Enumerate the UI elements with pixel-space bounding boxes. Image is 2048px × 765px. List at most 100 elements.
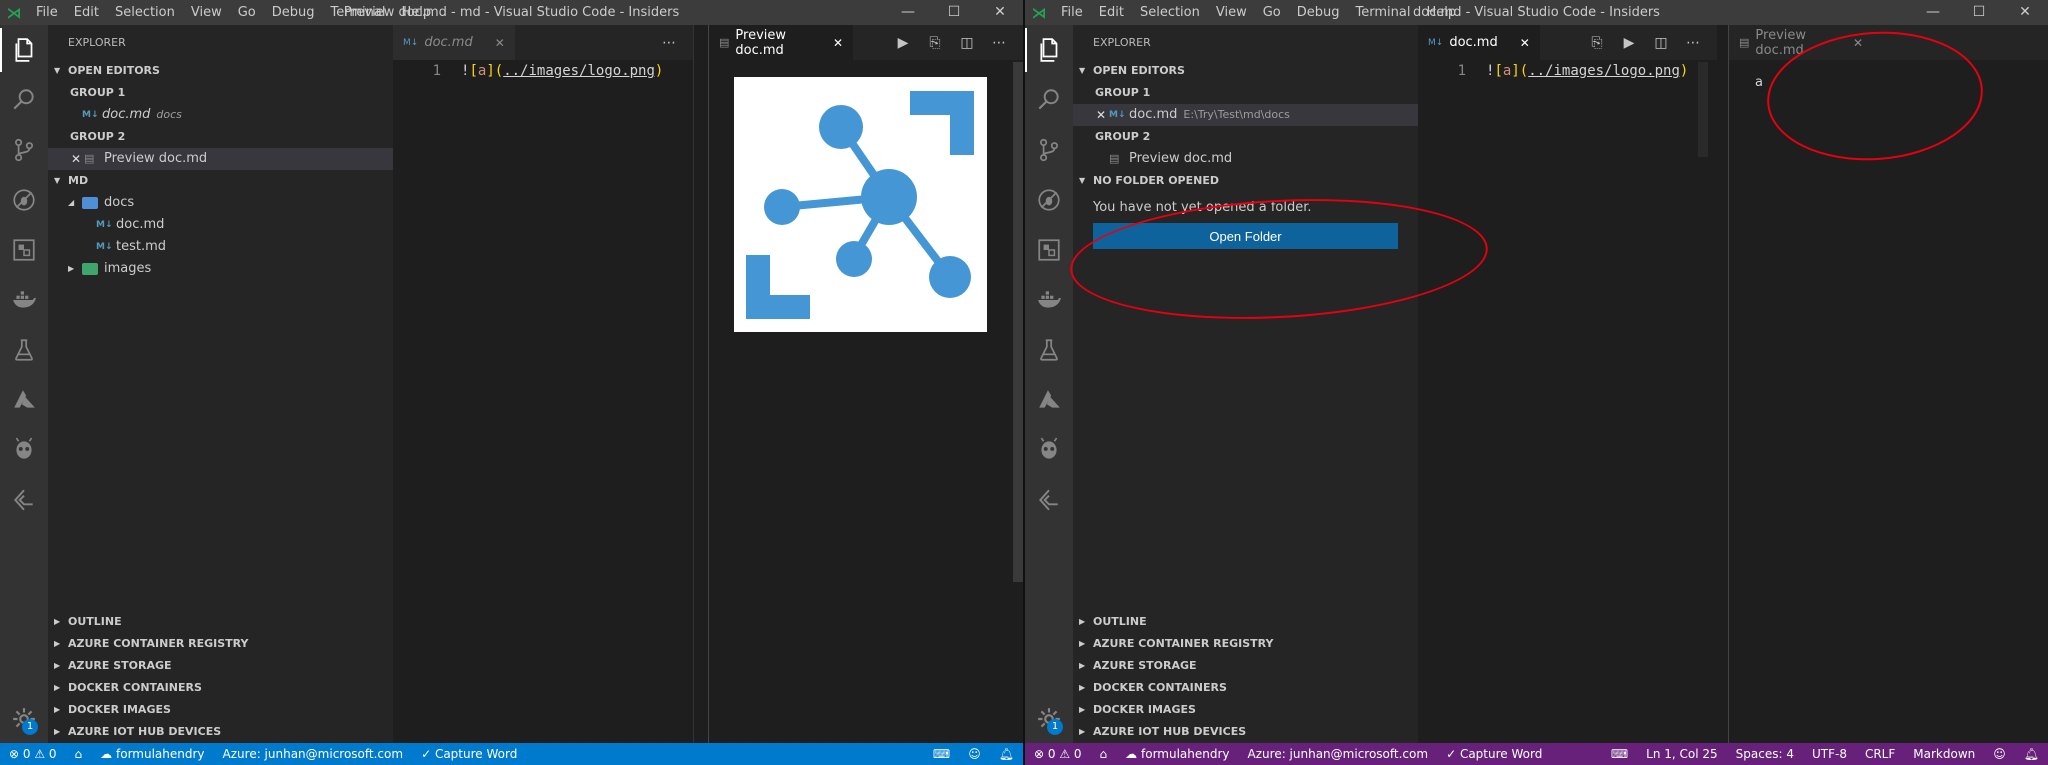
cursor-position[interactable]: Ln 1, Col 25 — [1637, 747, 1727, 761]
menu-help[interactable]: Help — [1418, 0, 1464, 25]
language-mode[interactable]: Markdown — [1904, 747, 1984, 761]
run-icon[interactable]: ▶ — [887, 35, 919, 51]
search-icon[interactable] — [1025, 78, 1073, 122]
docker-containers-header[interactable]: ▶ DOCKER CONTAINERS — [48, 677, 393, 699]
menu-help[interactable]: Help — [393, 0, 439, 25]
home-icon[interactable]: ⌂ — [1091, 747, 1117, 761]
more-actions-icon[interactable]: ⋯ — [1677, 35, 1709, 51]
debug-icon[interactable] — [1025, 178, 1073, 222]
tree-file-test-md[interactable]: M↓ test.md — [48, 236, 393, 258]
menu-view[interactable]: View — [1208, 0, 1255, 25]
close-icon[interactable]: ✕ — [977, 0, 1023, 25]
close-tab-icon[interactable]: ✕ — [495, 36, 505, 50]
minimize-icon[interactable]: — — [885, 0, 931, 25]
docker-images-header[interactable]: ▶ DOCKER IMAGES — [48, 699, 393, 721]
live-share-user[interactable]: ☁ formulahendry — [91, 747, 213, 761]
explorer-icon[interactable] — [1025, 28, 1073, 72]
menu-debug[interactable]: Debug — [1289, 0, 1348, 25]
code-editor[interactable]: 1 ![a](../images/logo.png) — [1418, 60, 1717, 79]
close-icon[interactable]: ✕ — [2002, 0, 2048, 25]
close-editor-icon[interactable]: ✕ — [1093, 104, 1109, 126]
menu-debug[interactable]: Debug — [264, 0, 323, 25]
menu-selection[interactable]: Selection — [1132, 0, 1208, 25]
azure-icon[interactable] — [0, 378, 48, 422]
feedback-smiley-icon[interactable]: ☺ — [959, 747, 990, 761]
tree-file-doc-md[interactable]: M↓ doc.md — [48, 214, 393, 236]
explorer-icon[interactable] — [0, 28, 48, 72]
azure-icon[interactable] — [1025, 378, 1073, 422]
menu-edit[interactable]: Edit — [66, 0, 107, 25]
open-source-icon[interactable]: ⎘ — [919, 35, 951, 51]
outline-header[interactable]: ▶ OUTLINE — [1073, 611, 1418, 633]
problems-status[interactable]: ⊗ 0 ⚠ 0 — [0, 747, 66, 761]
minimize-icon[interactable]: — — [1910, 0, 1956, 25]
editor-scrollbar[interactable] — [693, 25, 708, 743]
test-flask-icon[interactable] — [0, 328, 48, 372]
end-of-line[interactable]: CRLF — [1856, 747, 1904, 761]
platformio-alien-icon[interactable] — [1025, 428, 1073, 472]
split-editor-icon[interactable]: ◫ — [951, 35, 983, 51]
menu-edit[interactable]: Edit — [1091, 0, 1132, 25]
bell-icon[interactable]: 🔔︎ — [990, 747, 1023, 761]
open-editor-doc-md[interactable]: M↓ doc.md docs — [48, 104, 393, 126]
menu-file[interactable]: File — [1053, 0, 1091, 25]
menu-go[interactable]: Go — [1255, 0, 1289, 25]
azure-iot-hub-devices-header[interactable]: ▶ AZURE IOT HUB DEVICES — [1073, 721, 1418, 743]
extensions-icon[interactable] — [1025, 228, 1073, 272]
run-icon[interactable]: ▶ — [1613, 35, 1645, 51]
open-editors-header[interactable]: ▼ OPEN EDITORS — [1073, 60, 1418, 82]
problems-status[interactable]: ⊗ 0 ⚠ 0 — [1025, 747, 1091, 761]
docker-icon[interactable] — [1025, 278, 1073, 322]
platformio-alien-icon[interactable] — [0, 428, 48, 472]
debug-icon[interactable] — [0, 178, 48, 222]
open-editors-header[interactable]: ▼ OPEN EDITORS — [48, 60, 393, 82]
open-folder-button[interactable]: Open Folder — [1093, 223, 1398, 249]
manage-gear-icon[interactable]: 1 — [1025, 697, 1073, 741]
no-folder-header[interactable]: ▼ NO FOLDER OPENED — [1073, 170, 1418, 192]
docker-containers-header[interactable]: ▶ DOCKER CONTAINERS — [1073, 677, 1418, 699]
open-preview-icon[interactable]: ⎘ — [1581, 35, 1613, 51]
tab-preview-doc-md[interactable]: ▤ Preview doc.md ✕ — [709, 25, 853, 60]
maximize-icon[interactable]: ☐ — [1956, 0, 2002, 25]
open-editor-doc-md[interactable]: ✕ M↓ doc.md E:\Try\Test\md\docs — [1073, 104, 1418, 126]
live-share-icon[interactable] — [0, 478, 48, 522]
live-share-icon[interactable] — [1025, 478, 1073, 522]
close-editor-icon[interactable]: ✕ — [68, 148, 84, 170]
md-folder-header[interactable]: ▼ MD — [48, 170, 393, 192]
code-editor[interactable]: 1 ![a](../images/logo.png) — [393, 60, 693, 79]
encoding[interactable]: UTF-8 — [1803, 747, 1856, 761]
bell-icon[interactable]: 🔔︎ — [2015, 747, 2048, 761]
more-actions-icon[interactable]: ⋯ — [653, 35, 685, 51]
open-editor-preview-doc-md[interactable]: ▤ Preview doc.md — [1073, 148, 1418, 170]
more-actions-icon[interactable]: ⋯ — [983, 35, 1015, 51]
source-control-icon[interactable] — [1025, 128, 1073, 172]
capture-word[interactable]: ✓ Capture Word — [1437, 747, 1551, 761]
close-tab-icon[interactable]: ✕ — [1853, 36, 1863, 50]
menu-terminal[interactable]: Terminal — [1348, 0, 1419, 25]
manage-gear-icon[interactable]: 1 — [0, 697, 48, 741]
terminal-icon[interactable]: ⌨ — [924, 747, 959, 761]
azure-storage-header[interactable]: ▶ AZURE STORAGE — [1073, 655, 1418, 677]
azure-storage-header[interactable]: ▶ AZURE STORAGE — [48, 655, 393, 677]
azure-container-registry-header[interactable]: ▶ AZURE CONTAINER REGISTRY — [1073, 633, 1418, 655]
test-flask-icon[interactable] — [1025, 328, 1073, 372]
split-editor-icon[interactable]: ◫ — [1645, 35, 1677, 51]
menu-view[interactable]: View — [183, 0, 230, 25]
azure-account[interactable]: Azure: junhan@microsoft.com — [214, 747, 413, 761]
home-icon[interactable]: ⌂ — [66, 747, 92, 761]
tab-doc-md[interactable]: M↓ doc.md ✕ — [393, 25, 515, 60]
code-link[interactable]: ../images/logo.png — [1528, 63, 1680, 79]
tab-preview-doc-md[interactable]: ▤ Preview doc.md ✕ — [1729, 25, 1873, 60]
menu-terminal[interactable]: Terminal — [323, 0, 394, 25]
terminal-icon[interactable]: ⌨ — [1602, 747, 1637, 761]
docker-icon[interactable] — [0, 278, 48, 322]
capture-word[interactable]: ✓ Capture Word — [412, 747, 526, 761]
indentation[interactable]: Spaces: 4 — [1727, 747, 1803, 761]
open-editor-preview-doc-md[interactable]: ✕ ▤ Preview doc.md — [48, 148, 393, 170]
editor-scrollbar[interactable] — [1698, 62, 1708, 157]
source-control-icon[interactable] — [0, 128, 48, 172]
tab-doc-md[interactable]: M↓ doc.md ✕ — [1418, 25, 1540, 60]
extensions-icon[interactable] — [0, 228, 48, 272]
docker-images-header[interactable]: ▶ DOCKER IMAGES — [1073, 699, 1418, 721]
close-tab-icon[interactable]: ✕ — [833, 36, 843, 50]
